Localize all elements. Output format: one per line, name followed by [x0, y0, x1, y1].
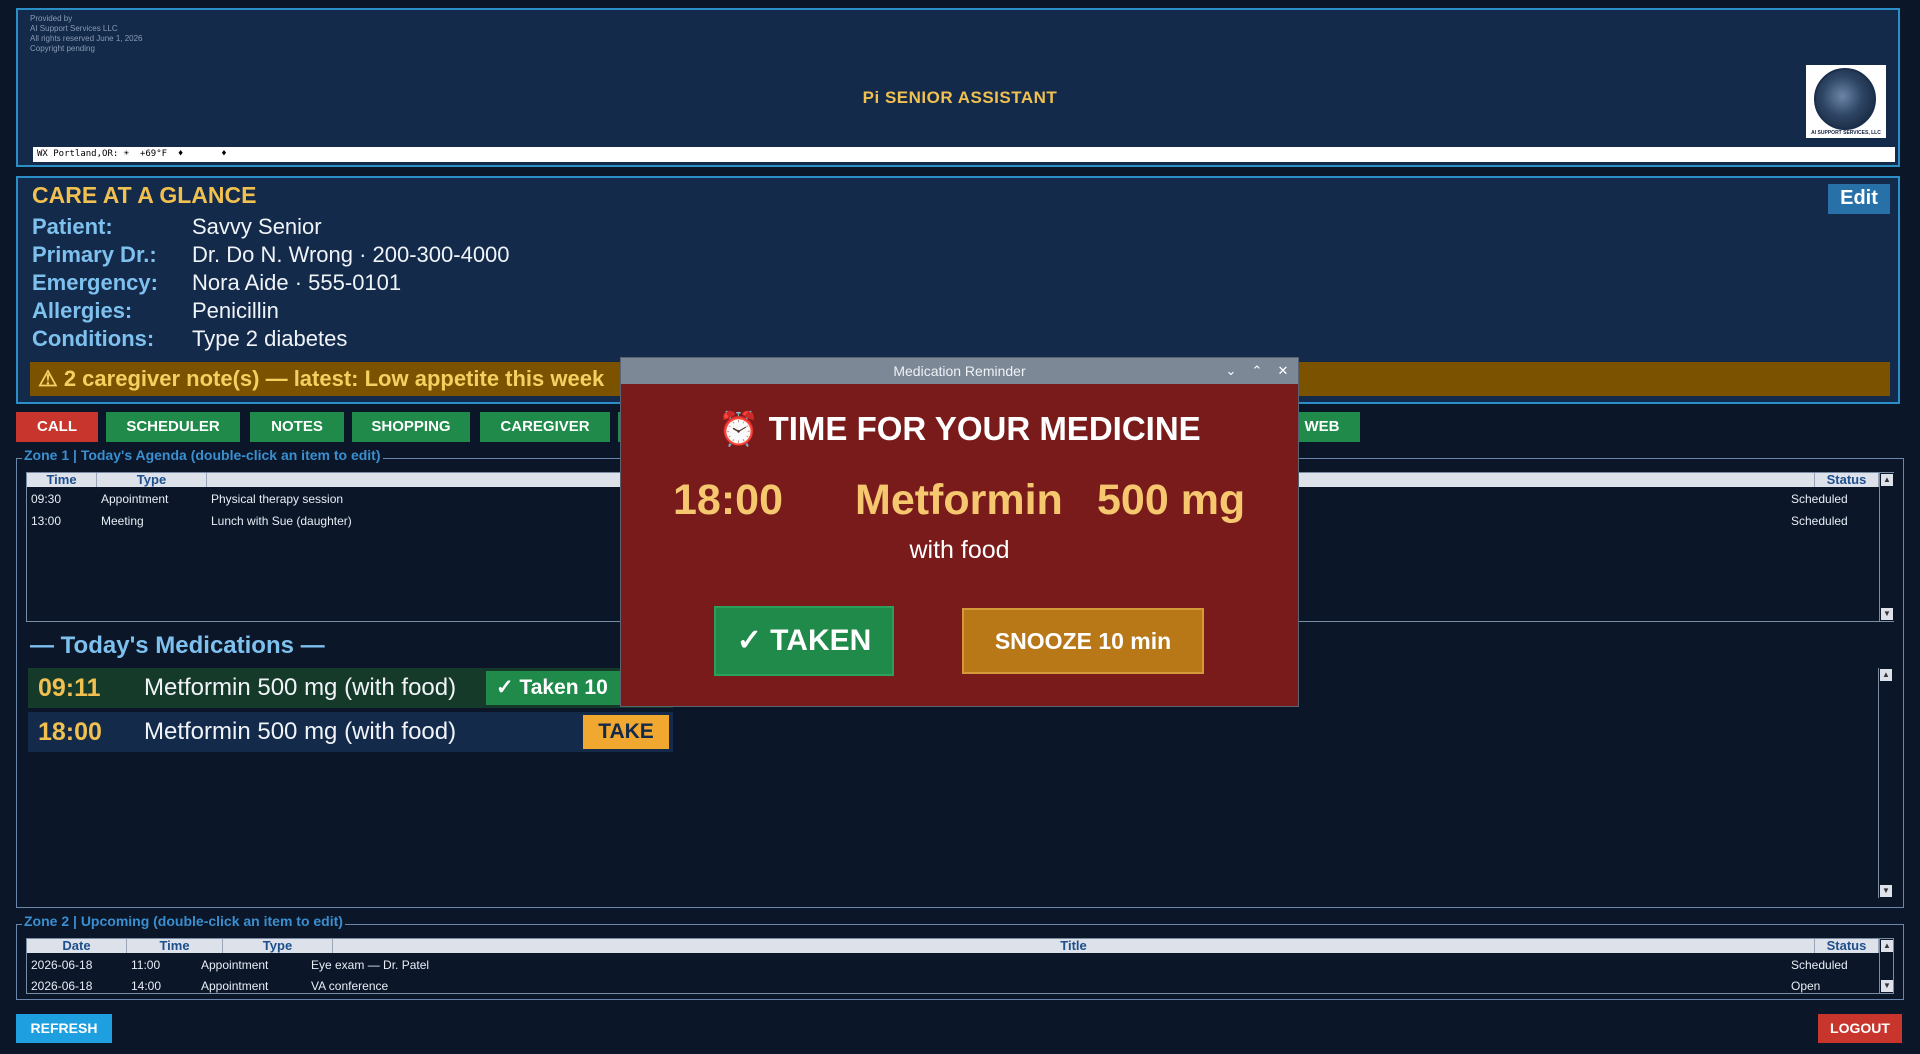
- agenda-status: Scheduled: [1791, 492, 1848, 506]
- notes-button[interactable]: NOTES: [250, 412, 344, 442]
- medication-reminder-dialog: Medication Reminder ⌄ ⌃ ✕ ⏰ TIME FOR YOU…: [621, 358, 1298, 706]
- logo-caption: AI SUPPORT SERVICES, LLC: [1811, 130, 1881, 136]
- agenda-header-type[interactable]: Type: [97, 473, 207, 487]
- app-title: Pi SENIOR ASSISTANT: [862, 88, 1058, 107]
- medication-row: 09:11 Metformin 500 mg (with food) ✓ Tak…: [28, 668, 673, 708]
- upcoming-header-status[interactable]: Status: [1815, 939, 1879, 953]
- scheduler-button[interactable]: SCHEDULER: [106, 412, 240, 442]
- emergency-value: Nora Aide · 555-0101: [192, 270, 402, 295]
- upcoming-table[interactable]: Date Time Type Title Status 2026-06-18 1…: [26, 938, 1894, 994]
- allergies-label: Allergies:: [32, 298, 133, 323]
- upcoming-time: 14:00: [131, 979, 162, 993]
- scroll-up-icon[interactable]: ▲: [1881, 474, 1893, 486]
- medication-row: 18:00 Metformin 500 mg (with food) TAKE: [28, 712, 673, 752]
- med-time: 18:00: [38, 718, 102, 746]
- upcoming-scrollbar[interactable]: ▲ ▼: [1879, 939, 1893, 993]
- reminder-headline: ⏰ TIME FOR YOUR MEDICINE: [718, 410, 1201, 447]
- upcoming-status: Scheduled: [1791, 958, 1848, 972]
- snooze-button[interactable]: SNOOZE 10 min: [962, 608, 1204, 674]
- maximize-icon[interactable]: ⌃: [1246, 358, 1268, 384]
- agenda-scrollbar[interactable]: ▲ ▼: [1879, 473, 1894, 621]
- care-title: CARE AT A GLANCE: [32, 182, 257, 208]
- agenda-type: Appointment: [101, 492, 169, 506]
- primary-dr-label: Primary Dr.:: [32, 242, 157, 267]
- dialog-titlebar[interactable]: Medication Reminder ⌄ ⌃ ✕: [621, 358, 1298, 384]
- refresh-button[interactable]: REFRESH: [16, 1014, 112, 1043]
- upcoming-header-type[interactable]: Type: [223, 939, 333, 953]
- patient-label: Patient:: [32, 214, 113, 239]
- upcoming-title: Eye exam — Dr. Patel: [311, 958, 430, 972]
- agenda-time: 09:30: [31, 492, 62, 506]
- dialog-title: Medication Reminder: [893, 363, 1026, 379]
- take-button[interactable]: TAKE: [583, 715, 669, 749]
- upcoming-date: 2026-06-18: [31, 979, 93, 993]
- caregiver-button[interactable]: CAREGIVER: [480, 412, 610, 442]
- agenda-title: Lunch with Sue (daughter): [211, 514, 352, 528]
- company-logo: AI SUPPORT SERVICES, LLC: [1806, 65, 1886, 138]
- minimize-icon[interactable]: ⌄: [1220, 358, 1242, 384]
- taken-button[interactable]: ✓ TAKEN: [714, 606, 894, 676]
- medications-title: — Today's Medications —: [30, 632, 325, 659]
- zone2-label: Zone 2 | Upcoming (double-click an item …: [22, 913, 345, 929]
- upcoming-type: Appointment: [201, 958, 269, 972]
- agenda-status: Scheduled: [1791, 514, 1848, 528]
- agenda-header-status[interactable]: Status: [1815, 473, 1879, 487]
- upcoming-time: 11:00: [131, 958, 161, 972]
- brain-logo-icon: [1814, 68, 1876, 130]
- taken-status-badge: ✓ Taken 10: [486, 671, 636, 705]
- reminder-dose: 500 mg: [1097, 476, 1246, 524]
- upcoming-status: Open: [1791, 979, 1821, 993]
- upcoming-header-time[interactable]: Time: [127, 939, 223, 953]
- agenda-type: Meeting: [101, 514, 144, 528]
- agenda-header-time[interactable]: Time: [27, 473, 97, 487]
- conditions-value: Type 2 diabetes: [192, 326, 348, 351]
- upcoming-header-title[interactable]: Title: [333, 939, 1815, 953]
- agenda-title: Physical therapy session: [211, 492, 344, 506]
- weather-ticker: WX Portland,OR: ☀ +69°F ♦ ♦: [33, 147, 1895, 162]
- scroll-up-icon[interactable]: ▲: [1880, 669, 1892, 681]
- close-icon[interactable]: ✕: [1272, 358, 1294, 384]
- upcoming-title: VA conference: [311, 979, 389, 993]
- scroll-down-icon[interactable]: ▼: [1881, 608, 1893, 620]
- agenda-time: 13:00: [31, 514, 62, 528]
- meds-scrollbar[interactable]: ▲ ▼: [1878, 668, 1893, 898]
- med-name: Metformin 500 mg (with food): [144, 718, 457, 745]
- upcoming-type: Appointment: [201, 979, 269, 993]
- upcoming-date: 2026-06-18: [31, 958, 93, 972]
- edit-care-button[interactable]: Edit: [1828, 184, 1890, 214]
- provided-by-text: Provided by AI Support Services LLC All …: [30, 14, 143, 53]
- conditions-label: Conditions:: [32, 326, 155, 351]
- zone1-label: Zone 1 | Today's Agenda (double-click an…: [22, 447, 383, 463]
- scroll-down-icon[interactable]: ▼: [1881, 980, 1893, 992]
- allergies-value: Penicillin: [192, 298, 279, 323]
- emergency-label: Emergency:: [32, 270, 158, 295]
- scroll-up-icon[interactable]: ▲: [1881, 940, 1893, 952]
- reminder-instructions: with food: [909, 536, 1010, 564]
- patient-value: Savvy Senior: [192, 214, 322, 239]
- scroll-down-icon[interactable]: ▼: [1880, 885, 1892, 897]
- med-name: Metformin 500 mg (with food): [144, 674, 457, 701]
- call-button[interactable]: CALL: [16, 412, 98, 442]
- shopping-button[interactable]: SHOPPING: [352, 412, 470, 442]
- reminder-drug: Metformin: [855, 476, 1063, 524]
- reminder-time: 18:00: [673, 476, 783, 524]
- med-time: 09:11: [38, 674, 101, 702]
- logout-button[interactable]: LOGOUT: [1818, 1014, 1902, 1043]
- primary-dr-value: Dr. Do N. Wrong · 200-300-4000: [192, 242, 510, 267]
- upcoming-header-date[interactable]: Date: [27, 939, 127, 953]
